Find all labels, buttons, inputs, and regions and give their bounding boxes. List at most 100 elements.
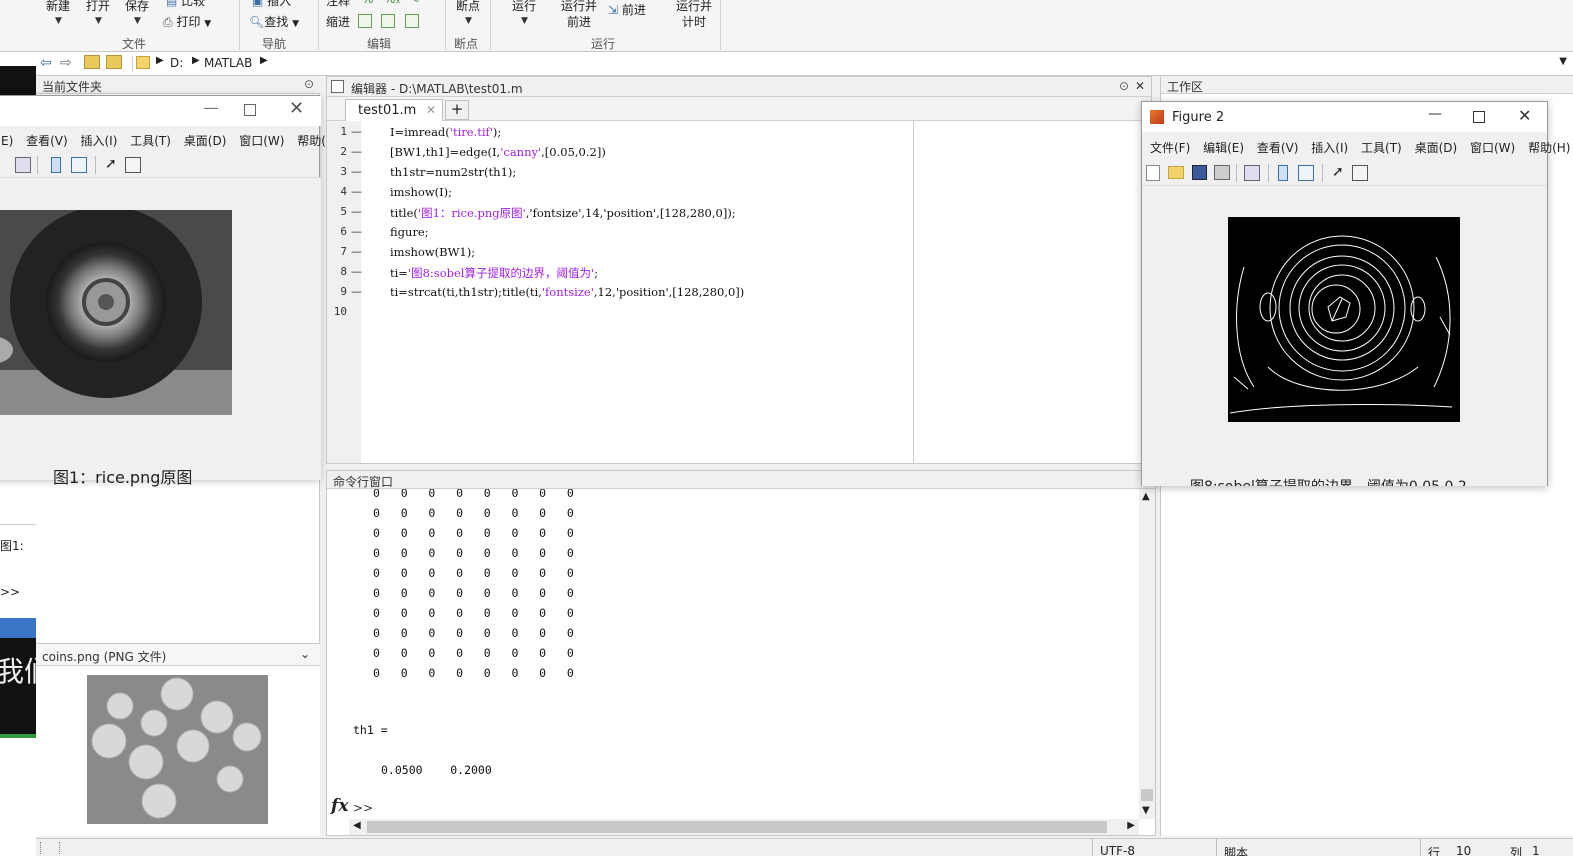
scrollbar-thumb[interactable] <box>367 821 1107 833</box>
minimize-icon[interactable]: — <box>1428 106 1442 122</box>
run-dropdown-arrow[interactable]: ▼ <box>521 16 528 26</box>
panel-actions-icon[interactable]: ⊙ <box>1119 79 1129 93</box>
code-area[interactable]: 1 — I=imread('tire.tif'); 2 — [BW1,th1]=edge(… <box>327 121 1151 463</box>
advance-button[interactable]: ⇲ 前进 <box>608 1 646 18</box>
breakpoint-marker[interactable]: — <box>351 165 362 178</box>
print-button[interactable]: ⎙ 打印 ▼ <box>163 13 211 30</box>
find-button[interactable]: 🔍︎查找 ▼ <box>249 13 299 30</box>
new-button[interactable]: 新建 <box>46 0 70 14</box>
breakpoint-marker[interactable]: — <box>351 205 362 218</box>
open-button[interactable]: 打开 <box>86 0 110 14</box>
resize-grip-icon[interactable] <box>40 842 60 854</box>
property-editor-icon[interactable] <box>125 157 141 173</box>
scroll-down-icon[interactable]: ▼ <box>1142 805 1150 816</box>
forward-arrow-icon[interactable]: ⇨ <box>60 55 72 71</box>
save-button[interactable]: 保存 <box>125 0 149 14</box>
code-line[interactable]: th1str=num2str(th1); <box>390 165 516 179</box>
colorbar-icon[interactable] <box>51 157 61 173</box>
increase-indent-icon[interactable] <box>381 13 395 28</box>
code-line[interactable]: I=imread('tire.tif'); <box>390 125 501 139</box>
code-line[interactable]: ti=strcat(ti,th1str);title(ti,'fontsize'… <box>390 285 744 299</box>
panel-actions-icon[interactable]: ⊙ <box>304 77 314 91</box>
breakpoint-marker[interactable]: — <box>351 225 362 238</box>
scroll-right-icon[interactable]: ▶ <box>1127 820 1135 831</box>
horizontal-scrollbar[interactable]: ◀ ▶ <box>349 819 1139 835</box>
scroll-left-icon[interactable]: ◀ <box>353 820 361 831</box>
close-tab-icon[interactable]: ✕ <box>426 103 436 117</box>
fx-icon[interactable]: fx <box>331 796 348 816</box>
maximize-icon[interactable] <box>244 104 256 116</box>
menu-item-desktop[interactable]: 桌面(D) <box>184 134 227 148</box>
vertical-scrollbar[interactable]: ▲ ▼ <box>1139 489 1155 819</box>
breakpoint-marker[interactable]: — <box>351 245 362 258</box>
close-icon[interactable]: ✕ <box>289 98 304 119</box>
breadcrumb-folder[interactable]: MATLAB <box>204 56 252 70</box>
pointer-icon[interactable]: ➚ <box>105 156 117 172</box>
breakpoint-marker[interactable]: — <box>351 145 362 158</box>
chevron-down-icon[interactable]: ⌄ <box>300 647 310 661</box>
close-icon[interactable]: ✕ <box>1135 79 1145 93</box>
add-tab-button[interactable]: + <box>445 100 469 120</box>
address-dropdown-icon[interactable]: ▼ <box>1559 56 1567 67</box>
menu-item-window[interactable]: 窗口(W) <box>239 134 284 148</box>
menu-item[interactable]: E) <box>1 134 13 148</box>
new-dropdown-arrow[interactable]: ▼ <box>55 16 62 26</box>
pointer-icon[interactable]: ➚ <box>1332 164 1344 180</box>
property-editor-icon[interactable] <box>1352 165 1368 181</box>
smart-indent-icon[interactable] <box>358 13 372 28</box>
uncomment-icon[interactable]: %ₓ <box>384 0 401 6</box>
code-line[interactable]: title('图1：rice.png原图','fontsize',14,'pos… <box>390 205 736 221</box>
print-preview-icon[interactable] <box>15 157 31 173</box>
breadcrumb-drive[interactable]: D: <box>170 56 183 70</box>
back-arrow-icon[interactable]: ⇦ <box>40 55 52 71</box>
run-and-advance-button[interactable]: 运行并 <box>561 0 597 14</box>
insert-button[interactable]: ▣ 插入 <box>252 0 291 9</box>
indent-button[interactable]: 缩进 <box>326 13 350 30</box>
menu-item-help[interactable]: 帮助(H) <box>1528 141 1570 155</box>
breakpoints-button[interactable]: 断点 <box>456 0 480 14</box>
run-and-advance-label-2[interactable]: 前进 <box>567 13 591 30</box>
up-folder-icon[interactable] <box>84 55 100 69</box>
open-file-icon[interactable] <box>1168 166 1184 179</box>
run-button[interactable]: 运行 <box>512 0 536 14</box>
menu-item-view[interactable]: 查看(V) <box>26 134 68 148</box>
menu-item-insert[interactable]: 插入(I) <box>1311 141 1348 155</box>
run-and-time-button[interactable]: 运行并 <box>676 0 712 14</box>
menu-item-tools[interactable]: 工具(T) <box>130 134 171 148</box>
breakpoint-marker[interactable]: — <box>351 265 362 278</box>
legend-icon[interactable] <box>71 157 87 173</box>
run-and-time-label-2[interactable]: 计时 <box>682 13 706 30</box>
breadcrumb-arrow-icon[interactable]: ▶ <box>156 55 164 66</box>
menu-item-desktop[interactable]: 桌面(D) <box>1415 141 1458 155</box>
colorbar-icon[interactable] <box>1278 165 1288 181</box>
command-prompt[interactable]: >> <box>353 801 373 815</box>
menu-item-insert[interactable]: 插入(I) <box>81 134 118 148</box>
scrollbar-thumb[interactable] <box>1141 789 1153 801</box>
save-dropdown-arrow[interactable]: ▼ <box>134 16 141 26</box>
code-line[interactable]: figure; <box>390 225 429 239</box>
save-icon[interactable] <box>1192 165 1207 180</box>
new-figure-icon[interactable] <box>1146 165 1160 181</box>
print-preview-icon[interactable] <box>1244 165 1260 181</box>
comment-percent-icon[interactable]: % <box>362 0 373 6</box>
open-dropdown-arrow[interactable]: ▼ <box>95 16 102 26</box>
maximize-icon[interactable] <box>1473 111 1485 123</box>
compare-button[interactable]: ▤ 比较 <box>166 0 205 9</box>
menu-item-edit[interactable]: 编辑(E) <box>1203 141 1244 155</box>
decrease-indent-icon[interactable] <box>405 13 419 28</box>
menu-item-tools[interactable]: 工具(T) <box>1361 141 1402 155</box>
wrap-comments-icon[interactable]: ✎ <box>410 0 420 6</box>
code-line[interactable]: imshow(I); <box>390 185 452 199</box>
print-icon[interactable] <box>1214 165 1230 180</box>
scroll-up-icon[interactable]: ▲ <box>1142 491 1150 502</box>
menu-item-view[interactable]: 查看(V) <box>1257 141 1299 155</box>
breakpoint-marker[interactable]: — <box>351 125 362 138</box>
breadcrumb-arrow-icon[interactable]: ▶ <box>192 55 200 66</box>
browse-folder-icon[interactable] <box>106 55 122 69</box>
code-line[interactable]: ti='图8:sobel算子提取的边界，阈值为'; <box>390 265 598 281</box>
breadcrumb-arrow-icon[interactable]: ▶ <box>260 55 268 66</box>
comment-button[interactable]: 注释 <box>326 0 350 9</box>
code-line[interactable]: imshow(BW1); <box>390 245 475 259</box>
menu-item-file[interactable]: 文件(F) <box>1150 141 1190 155</box>
legend-icon[interactable] <box>1298 165 1314 181</box>
